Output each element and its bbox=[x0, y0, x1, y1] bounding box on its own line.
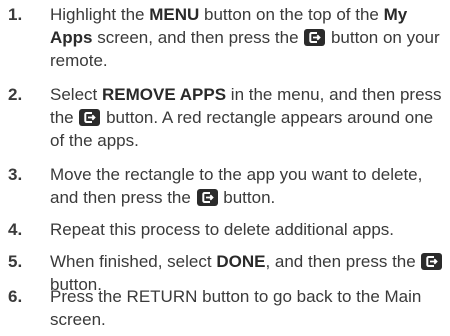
step-number: 4. bbox=[8, 220, 23, 239]
enter-button-icon bbox=[196, 189, 218, 206]
step-number: 3. bbox=[8, 165, 23, 184]
step-number: 2. bbox=[8, 85, 23, 104]
step-number: 6. bbox=[8, 287, 23, 306]
step-number: 5. bbox=[8, 252, 23, 271]
enter-button-icon bbox=[421, 253, 443, 270]
step-text: Move the rectangle to the app you want t… bbox=[50, 165, 423, 207]
menu-button-label: MENU bbox=[149, 5, 200, 24]
step-text: Press the RETURN button to go back to th… bbox=[50, 287, 422, 329]
enter-button-icon bbox=[304, 29, 326, 46]
instructions-document: 1. Highlight the MENU button on the top … bbox=[0, 0, 450, 336]
step-number: 1. bbox=[8, 5, 23, 24]
done-label: DONE bbox=[216, 252, 266, 271]
step-text: Highlight the MENU button on the top of … bbox=[50, 5, 440, 70]
step-text: Select REMOVE APPS in the menu, and then… bbox=[50, 85, 442, 150]
return-button-label: RETURN bbox=[126, 287, 198, 306]
remove-apps-label: REMOVE APPS bbox=[101, 85, 227, 104]
enter-button-icon bbox=[79, 109, 101, 126]
step-text: Repeat this process to delete additional… bbox=[50, 220, 395, 239]
